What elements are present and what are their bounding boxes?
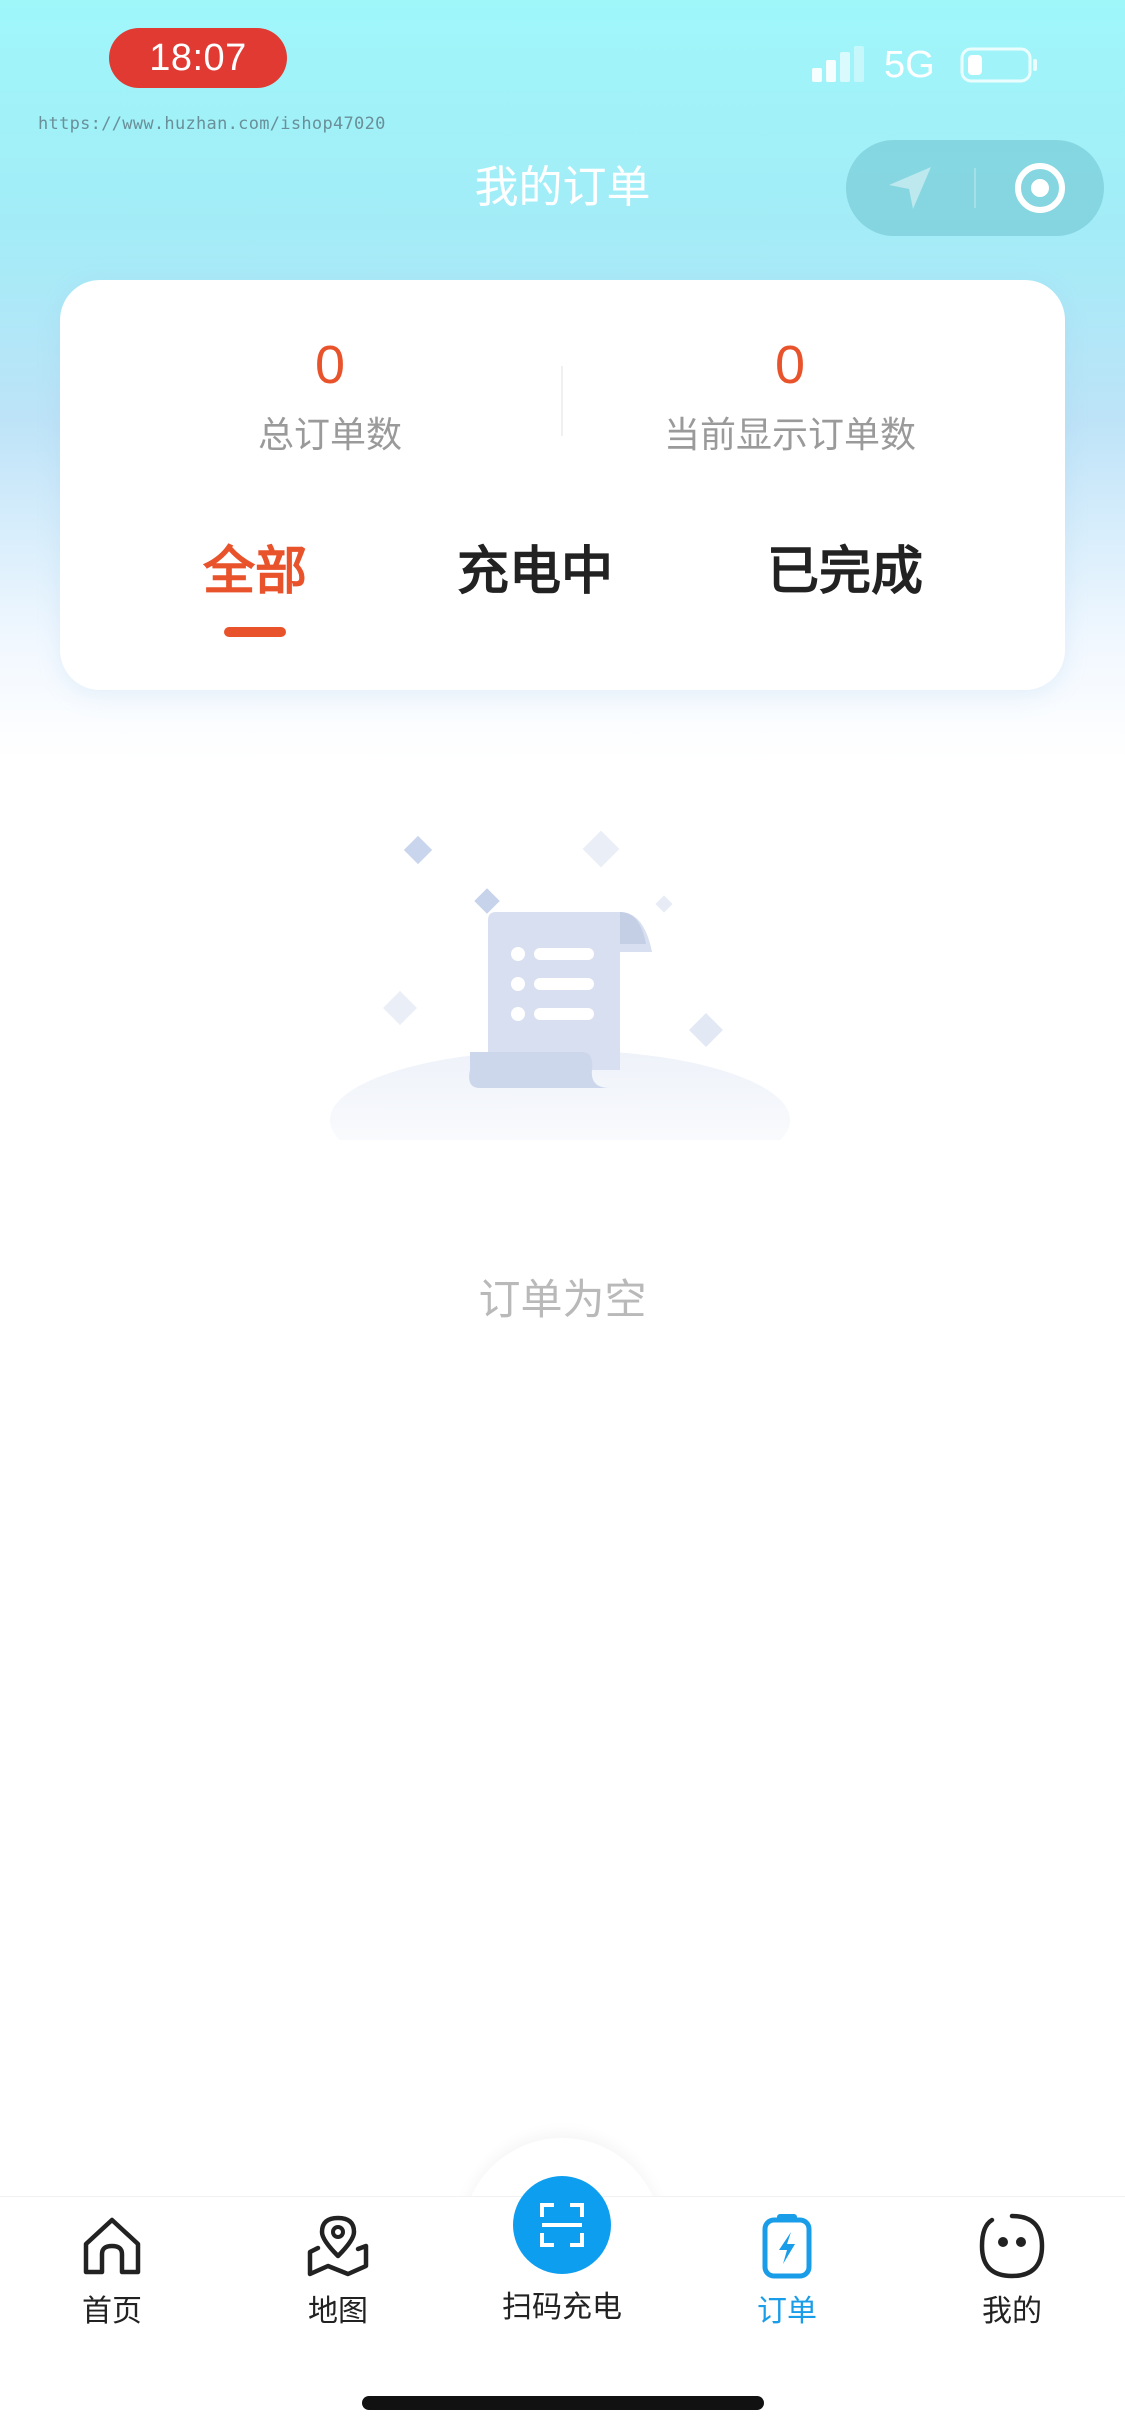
- cellular-signal-icon: [812, 46, 864, 82]
- shown-orders-value: 0: [774, 335, 806, 395]
- tab-home[interactable]: 首页: [32, 2212, 192, 2334]
- tab-orders[interactable]: 订单: [707, 2212, 867, 2334]
- home-icon: [83, 2217, 141, 2275]
- tab-profile[interactable]: 我的: [932, 2212, 1092, 2334]
- home-indicator: [362, 2396, 764, 2410]
- empty-document-icon: [330, 830, 790, 1140]
- total-orders-value: 0: [314, 335, 346, 395]
- status-time: 18:07: [109, 28, 287, 88]
- empty-state-text: 订单为空: [478, 1275, 647, 1324]
- tab-profile-label: 我的: [982, 2294, 1042, 2329]
- tab-orders-label: 订单: [757, 2294, 817, 2329]
- target-circle-icon: [1015, 163, 1065, 213]
- mini-program-capsule: [846, 140, 1104, 236]
- shown-orders-stat: 0 当前显示订单数: [560, 330, 1020, 464]
- total-orders-label: 总订单数: [257, 415, 402, 456]
- order-summary-card: 0 总订单数 0 当前显示订单数 全部 充电中 已完成: [60, 280, 1065, 690]
- tab-completed[interactable]: 已完成: [765, 536, 925, 608]
- location-arrow-icon: [889, 167, 931, 209]
- battery-icon: [960, 47, 1037, 83]
- tab-charging[interactable]: 充电中: [455, 536, 615, 608]
- scan-charge-label[interactable]: 扫码充电: [462, 2286, 662, 2330]
- total-orders-stat: 0 总订单数: [100, 330, 560, 464]
- scan-charge-button[interactable]: [513, 2176, 611, 2274]
- tab-all[interactable]: 全部: [195, 536, 315, 608]
- battery-charging-icon: [762, 2214, 812, 2279]
- tab-home-label: 首页: [82, 2294, 142, 2329]
- tab-map-label: 地图: [308, 2294, 368, 2329]
- capsule-close-button[interactable]: [976, 140, 1104, 236]
- map-pin-icon: [307, 2215, 369, 2277]
- network-type: 5G: [884, 44, 935, 86]
- status-bar: 18:07 5G https://www.huzhan.com/ishop470…: [0, 0, 1125, 134]
- tab-map[interactable]: 地图: [258, 2212, 418, 2334]
- shown-orders-label: 当前显示订单数: [663, 415, 916, 456]
- capsule-share-button[interactable]: [846, 140, 974, 236]
- smiley-face-icon: [979, 2213, 1045, 2279]
- active-tab-indicator: [224, 627, 286, 637]
- scan-icon: [540, 2203, 584, 2247]
- watermark-url: https://www.huzhan.com/ishop47020: [38, 114, 386, 134]
